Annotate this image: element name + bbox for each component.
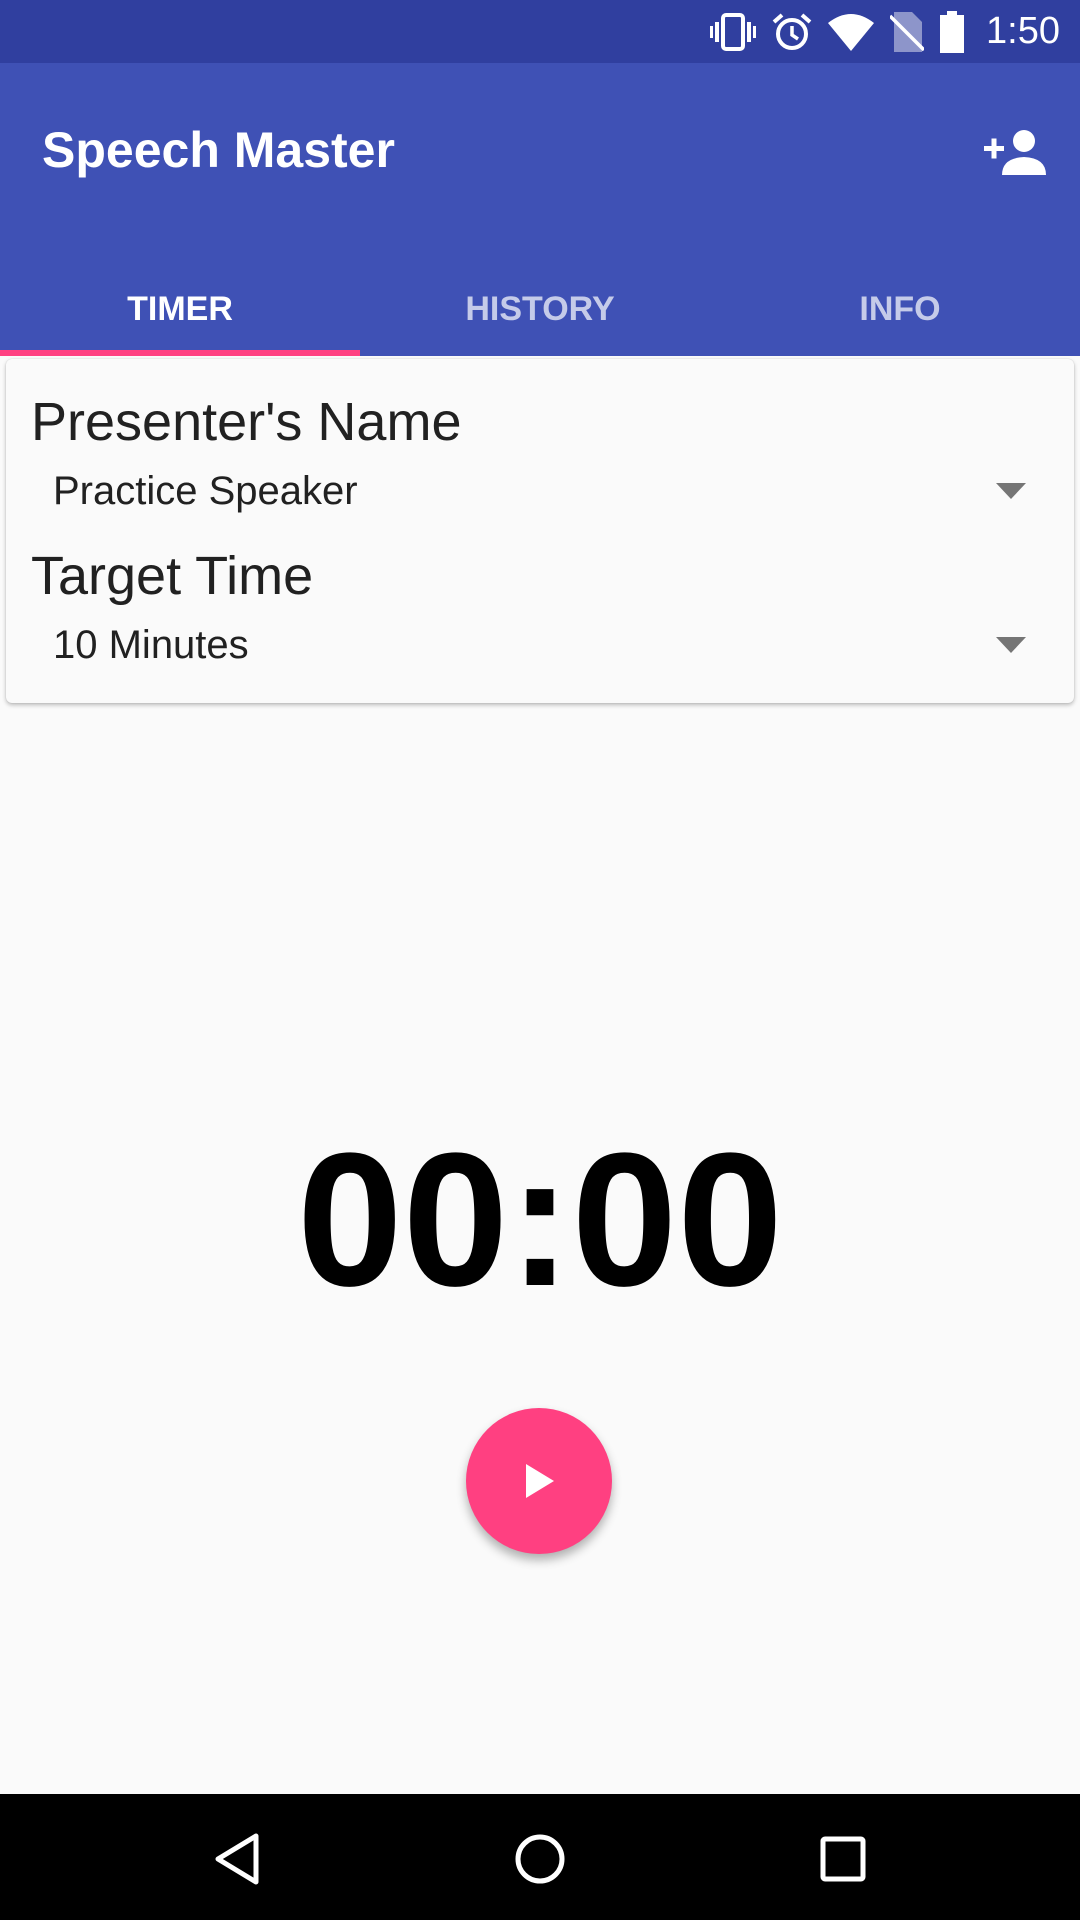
wifi-icon [828,13,875,51]
status-time: 1:50 [986,10,1060,52]
alarm-icon [772,12,812,52]
back-icon [215,1833,259,1885]
presenter-name-label: Presenter's Name [31,392,462,452]
timer-display: 00:00 [297,1114,783,1326]
home-button[interactable] [510,1829,570,1889]
target-time-spinner[interactable]: 10 Minutes [36,613,1026,679]
vibrate-icon [710,12,757,52]
back-button[interactable] [207,1829,267,1889]
screen: 1:50 Speech Master TIMER HISTORY INFO Pr… [0,0,1080,1920]
play-icon [526,1464,554,1498]
tab-timer[interactable]: TIMER [0,263,360,356]
battery-icon [940,10,965,53]
no-sim-icon [890,11,925,52]
add-person-button[interactable] [980,123,1050,183]
tab-history[interactable]: HISTORY [360,263,720,356]
chevron-down-icon [996,637,1026,653]
play-button[interactable] [466,1408,612,1554]
status-icons: 1:50 [710,0,1060,63]
settings-card: Presenter's Name Practice Speaker Target… [6,359,1074,703]
recents-icon [820,1836,866,1882]
chevron-down-icon [996,483,1026,499]
tab-bar: TIMER HISTORY INFO [0,263,1080,356]
home-icon [515,1834,565,1884]
status-bar: 1:50 [0,0,1080,63]
tab-info[interactable]: INFO [720,263,1080,356]
presenter-name-value: Practice Speaker [53,469,358,513]
navigation-bar [0,1794,1080,1920]
app-bar: Speech Master TIMER HISTORY INFO [0,63,1080,356]
add-person-icon [984,130,1046,175]
presenter-name-spinner[interactable]: Practice Speaker [36,459,1026,525]
app-title: Speech Master [42,122,395,178]
target-time-value: 10 Minutes [53,623,249,667]
recents-button[interactable] [813,1829,873,1889]
target-time-label: Target Time [31,546,314,606]
